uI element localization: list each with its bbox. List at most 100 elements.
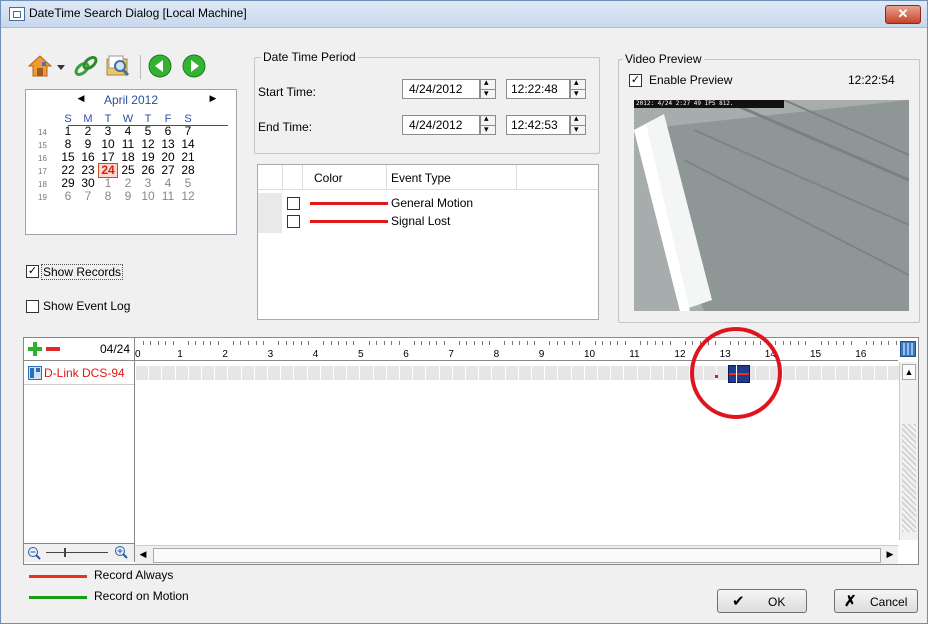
calendar-grid-icon[interactable]: [900, 341, 916, 357]
timeline-slot: [570, 366, 585, 380]
ruler-tick: [165, 341, 167, 345]
week-number: 17: [38, 167, 47, 176]
calendar-day[interactable]: 6: [58, 190, 78, 203]
color-column-header[interactable]: Color: [314, 171, 343, 185]
hour-label: 2: [222, 349, 228, 360]
ruler-tick: [278, 341, 280, 345]
end-date-field[interactable]: 4/24/2012: [402, 115, 480, 135]
enable-preview-checkbox[interactable]: ✓: [629, 74, 642, 87]
end-date-spinner[interactable]: [480, 113, 496, 135]
show-event-log-checkbox[interactable]: [26, 300, 39, 313]
general-motion-color-swatch: [310, 202, 388, 205]
title-bar[interactable]: DateTime Search Dialog [Local Machine] ✕: [1, 1, 927, 28]
timeline-slot: [227, 366, 242, 380]
scroll-left-icon[interactable]: ◀: [137, 547, 149, 561]
horizontal-scrollbar[interactable]: ◀ ▶: [135, 545, 898, 564]
calendar-day[interactable]: 11: [158, 190, 178, 203]
cancel-label: Cancel: [870, 595, 908, 609]
ok-button[interactable]: ✔ OK: [717, 589, 807, 613]
ruler-tick: [519, 341, 521, 345]
timeline-date: 04/24: [99, 342, 130, 356]
ruler-tick: [481, 341, 483, 345]
next-month-icon[interactable]: ▶: [206, 93, 220, 104]
search-folder-icon[interactable]: [105, 53, 131, 79]
calendar-week-row: 16 15 16 17 18 19 20 21: [38, 150, 198, 164]
next-icon[interactable]: [181, 53, 207, 79]
timeline-slot: [214, 366, 229, 380]
prev-month-icon[interactable]: ◀: [74, 93, 88, 104]
ruler-tick: [865, 341, 867, 345]
camera-row-label[interactable]: D-Link DCS-94: [24, 362, 134, 384]
calendar-day[interactable]: 9: [118, 190, 138, 203]
end-time-spinner[interactable]: [570, 113, 586, 135]
hour-label: 15: [810, 349, 822, 360]
ruler-tick: [669, 341, 671, 345]
calendar-day[interactable]: 12: [178, 190, 198, 203]
month-calendar[interactable]: ◀ April 2012 ▶ S M T W T F S 14 1 2 3 4 5 6 7 15 8 9 10 11 1…: [25, 89, 237, 235]
event-type-label: General Motion: [391, 196, 474, 210]
timeline-slot: [425, 366, 440, 380]
calendar-day-names: SMTWTFS: [38, 111, 198, 125]
cancel-button[interactable]: ✗ Cancel: [834, 589, 918, 613]
event-row-general-motion[interactable]: General Motion: [258, 193, 598, 233]
ruler-tick: [511, 341, 513, 345]
ruler-tick: [895, 341, 897, 345]
ruler-tick: [835, 341, 837, 345]
show-records-checkbox[interactable]: ✓: [26, 265, 39, 278]
start-time-field[interactable]: 12:22:48: [506, 79, 570, 99]
zoom-control[interactable]: [24, 544, 134, 562]
event-type-list[interactable]: Color Event Type General Motion Signal L…: [257, 164, 599, 320]
scroll-up-icon[interactable]: ▲: [902, 364, 916, 380]
scroll-thumb[interactable]: [902, 424, 916, 532]
start-date-spinner[interactable]: [480, 77, 496, 99]
timeline-slot: [874, 366, 889, 380]
hour-label: 0: [135, 349, 141, 360]
ruler-tick: [594, 341, 596, 345]
ruler-tick: [330, 341, 332, 345]
add-icon[interactable]: [27, 341, 43, 357]
link-icon[interactable]: [73, 53, 99, 79]
ruler-tick: [526, 341, 528, 345]
show-event-log-label[interactable]: Show Event Log: [43, 299, 130, 313]
record-always-swatch: [29, 575, 87, 578]
home-icon[interactable]: [27, 53, 53, 79]
column-divider: [386, 165, 387, 189]
close-button[interactable]: ✕: [885, 5, 921, 24]
start-date-field[interactable]: 4/24/2012: [402, 79, 480, 99]
scroll-thumb[interactable]: [153, 548, 881, 563]
prev-icon[interactable]: [147, 53, 173, 79]
zoom-in-icon[interactable]: [114, 545, 129, 560]
event-row-signal-lost[interactable]: Signal Lost: [258, 213, 598, 233]
ruler-tick: [443, 341, 445, 345]
hour-label: 9: [538, 349, 545, 360]
vertical-scrollbar[interactable]: ▲: [899, 362, 918, 540]
general-motion-checkbox[interactable]: [287, 197, 300, 210]
camera-record-track[interactable]: [135, 362, 909, 384]
camera-name: D-Link DCS-94: [44, 366, 125, 380]
ruler-tick: [564, 341, 566, 345]
enable-preview-label[interactable]: Enable Preview: [649, 73, 732, 87]
camera-icon: [28, 366, 42, 380]
ruler-tick: [413, 341, 415, 345]
ruler-tick: [428, 341, 430, 345]
zoom-out-icon[interactable]: [27, 546, 41, 560]
ruler-tick: [466, 341, 468, 345]
calendar-day[interactable]: 8: [98, 190, 118, 203]
show-records-label[interactable]: Show Records: [41, 264, 124, 280]
zoom-slider-thumb[interactable]: [64, 548, 66, 557]
calendar-day[interactable]: 7: [78, 190, 98, 203]
scroll-right-icon[interactable]: ▶: [884, 547, 896, 561]
dropdown-arrow-icon[interactable]: [56, 53, 66, 79]
start-time-label: Start Time:: [258, 85, 317, 99]
zoom-slider-track[interactable]: [46, 552, 108, 553]
ruler-tick: [398, 341, 400, 345]
calendar-day[interactable]: 10: [138, 190, 158, 203]
event-type-column-header[interactable]: Event Type: [391, 171, 451, 185]
end-time-field[interactable]: 12:42:53: [506, 115, 570, 135]
signal-lost-checkbox[interactable]: [287, 215, 300, 228]
timeline-slot: [478, 366, 493, 380]
ruler-tick: [662, 341, 664, 345]
video-preview-title: Video Preview: [623, 52, 704, 66]
remove-icon[interactable]: [45, 341, 61, 357]
start-time-spinner[interactable]: [570, 77, 586, 99]
